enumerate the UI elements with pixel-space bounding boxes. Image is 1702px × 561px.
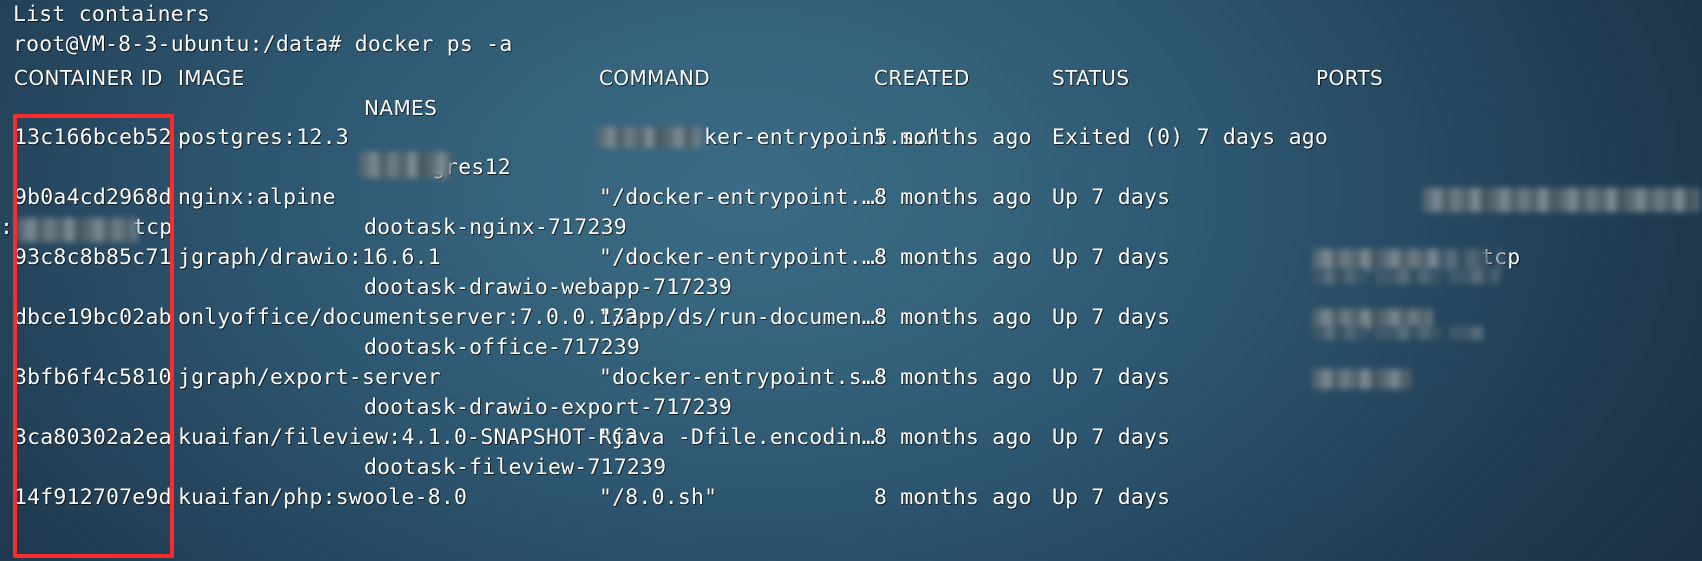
redaction-blur — [1313, 268, 1499, 284]
redaction-blur — [1313, 326, 1483, 340]
column-header-image: IMAGE — [178, 66, 245, 90]
table-row: "java -Dfile.encodin…" — [599, 425, 889, 450]
table-row: dootask-drawio-webapp-717239 — [364, 275, 733, 300]
shell-prompt-line: root@VM-8-3-ubuntu:/data# docker ps -a — [13, 32, 513, 57]
table-row: 8 months ago — [874, 185, 1032, 210]
column-header-command: COMMAND — [599, 66, 711, 90]
table-row: onlyoffice/documentserver:7.0.0.132 — [178, 305, 639, 330]
column-header-created: CREATED — [874, 66, 970, 90]
table-row: "docker-entrypoint.s…" — [599, 365, 889, 390]
table-row: 3ca80302a2ea — [14, 425, 172, 450]
redaction-blur — [1423, 188, 1700, 212]
table-row: 9b0a4cd2968d — [14, 185, 172, 210]
column-header-status: STATUS — [1052, 66, 1130, 90]
table-row: 5 months ago — [874, 125, 1032, 150]
terminal-screen: List containers root@VM-8-3-ubuntu:/data… — [0, 0, 1702, 561]
table-row: dootask-nginx-717239 — [364, 215, 627, 240]
table-row: "/8.0.sh" — [599, 485, 718, 510]
table-row: 8 months ago — [874, 245, 1032, 270]
table-row: jgraph/export-server — [178, 365, 441, 390]
table-row: "/app/ds/run-documen…" — [599, 305, 889, 330]
table-row: Up 7 days — [1052, 425, 1171, 450]
redaction-blur — [597, 127, 702, 148]
table-row: 8 months ago — [874, 365, 1032, 390]
table-row: dbce19bc02ab — [14, 305, 172, 330]
table-row: 93c8c8b85c71 — [14, 245, 172, 270]
table-row: 8 months ago — [874, 425, 1032, 450]
column-header-container-id: CONTAINER ID — [14, 66, 163, 90]
table-row: Up 7 days — [1052, 485, 1171, 510]
table-row: postgres:12.3 — [178, 125, 349, 150]
table-row: 3bfb6f4c5810 — [14, 365, 172, 390]
table-row: tcp — [133, 215, 173, 240]
table-row: Up 7 days — [1052, 305, 1171, 330]
column-header-ports: PORTS — [1316, 66, 1384, 90]
page-title: List containers — [13, 2, 211, 27]
table-row: jgraph/drawio:16.6.1 — [178, 245, 441, 270]
redaction-blur — [360, 152, 452, 178]
redaction-blur — [17, 218, 137, 242]
table-row: nginx:alpine — [178, 185, 336, 210]
column-header-names: NAMES — [364, 96, 438, 120]
table-row: dootask-drawio-export-717239 — [364, 395, 733, 420]
table-row: dootask-fileview-717239 — [364, 455, 667, 480]
table-row: 8 months ago — [874, 485, 1032, 510]
table-row: "/docker-entrypoint.…" — [599, 185, 889, 210]
table-row: "/docker-entrypoint.…" — [599, 245, 889, 270]
table-row: kuaifan/fileview:4.1.0-SNAPSHOT-RC3 — [178, 425, 639, 450]
table-row: dootask-office-717239 — [364, 335, 641, 360]
table-row: Up 7 days — [1052, 245, 1171, 270]
table-row: 8 months ago — [874, 305, 1032, 330]
table-row: kuaifan/php:swoole-8.0 — [178, 485, 468, 510]
ports-wrap-colon: : — [0, 215, 14, 240]
table-row: 13c166bceb52 — [14, 125, 172, 150]
table-row: Exited (0) 7 days ago — [1052, 125, 1329, 150]
redaction-blur — [1313, 369, 1410, 389]
table-row: 14f912707e9d — [14, 485, 172, 510]
table-row: Up 7 days — [1052, 365, 1171, 390]
table-row: Up 7 days — [1052, 185, 1171, 210]
